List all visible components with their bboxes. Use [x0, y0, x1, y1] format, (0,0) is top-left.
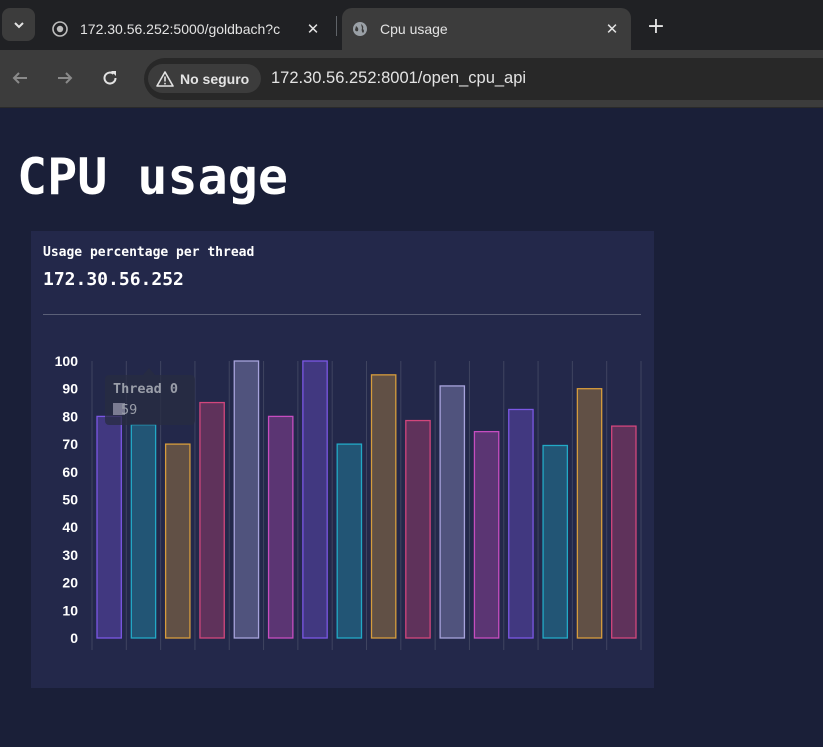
cpu-bar-chart: 0 10 20 30 40 50 60 70 80 90 100 Thread 0 59: [55, 353, 642, 650]
bar-thread-10: [439, 385, 466, 639]
tab-goldbach[interactable]: 172.30.56.252:5000/goldbach?c ✕: [40, 8, 332, 50]
bar-thread-7: [336, 443, 363, 639]
y-tick-label: 80: [62, 408, 78, 424]
y-tick-label: 20: [62, 575, 78, 591]
reload-button[interactable]: [96, 64, 124, 92]
y-tick-label: 0: [70, 630, 78, 646]
bar-thread-12: [508, 408, 534, 639]
tab-search-button[interactable]: [2, 8, 35, 41]
tooltip-value: 59: [121, 402, 137, 418]
bar-thread-15: [611, 425, 637, 639]
close-tab-icon[interactable]: ✕: [601, 18, 623, 40]
bar-thread-8: [370, 374, 397, 639]
tooltip-title: Thread 0: [113, 381, 178, 397]
y-tick-label: 10: [62, 602, 78, 618]
cpu-chart-card: Usage percentage per thread 172.30.56.25…: [31, 231, 654, 688]
y-tick-label: 100: [55, 353, 79, 369]
y-tick-label: 40: [62, 519, 78, 535]
warning-icon: [156, 70, 174, 87]
bar-thread-2: [164, 443, 191, 639]
bar-thread-14: [576, 388, 603, 639]
tab-strip: 172.30.56.252:5000/goldbach?c ✕ Cpu usag…: [0, 0, 823, 50]
arrow-right-icon: [58, 72, 73, 84]
url-text[interactable]: 172.30.56.252:8001/open_cpu_api: [271, 69, 526, 88]
tooltip-caret: [143, 368, 155, 375]
back-button[interactable]: [6, 64, 34, 92]
close-tab-icon[interactable]: ✕: [302, 18, 324, 40]
tab-title: Cpu usage: [380, 21, 448, 37]
page-title: CPU usage: [17, 148, 288, 206]
y-tick-label: 70: [62, 436, 78, 452]
reload-icon: [103, 71, 117, 85]
bar-thread-3: [199, 401, 225, 639]
bar-thread-5: [267, 415, 294, 639]
chevron-down-icon: [13, 21, 24, 28]
bar-thread-9: [405, 419, 431, 639]
globe-icon: [353, 22, 367, 36]
security-chip[interactable]: No seguro: [148, 64, 261, 93]
arrow-left-icon: [12, 72, 27, 84]
forward-button[interactable]: [51, 64, 79, 92]
address-bar[interactable]: No seguro 172.30.56.252:8001/open_cpu_ap…: [144, 58, 823, 100]
y-tick-label: 90: [62, 381, 78, 397]
bar-thread-0: [96, 415, 122, 639]
tab-separator: [336, 16, 337, 36]
tab-title: 172.30.56.252:5000/goldbach?c: [80, 21, 281, 37]
tab-cpu-usage[interactable]: Cpu usage ✕: [342, 8, 631, 50]
bar-thread-1: [130, 424, 157, 639]
bar-thread-13: [542, 444, 569, 639]
bar-thread-4: [233, 360, 260, 639]
browser-toolbar: No seguro 172.30.56.252:8001/open_cpu_ap…: [0, 50, 823, 108]
security-chip-label: No seguro: [180, 70, 250, 87]
bar-thread-6: [302, 360, 328, 639]
globe-loading-icon: [52, 21, 68, 37]
bar-thread-11: [473, 430, 500, 639]
new-tab-button[interactable]: +: [642, 12, 670, 40]
y-tick-label: 50: [62, 492, 78, 508]
y-tick-label: 60: [62, 464, 78, 480]
y-tick-label: 30: [62, 547, 78, 563]
